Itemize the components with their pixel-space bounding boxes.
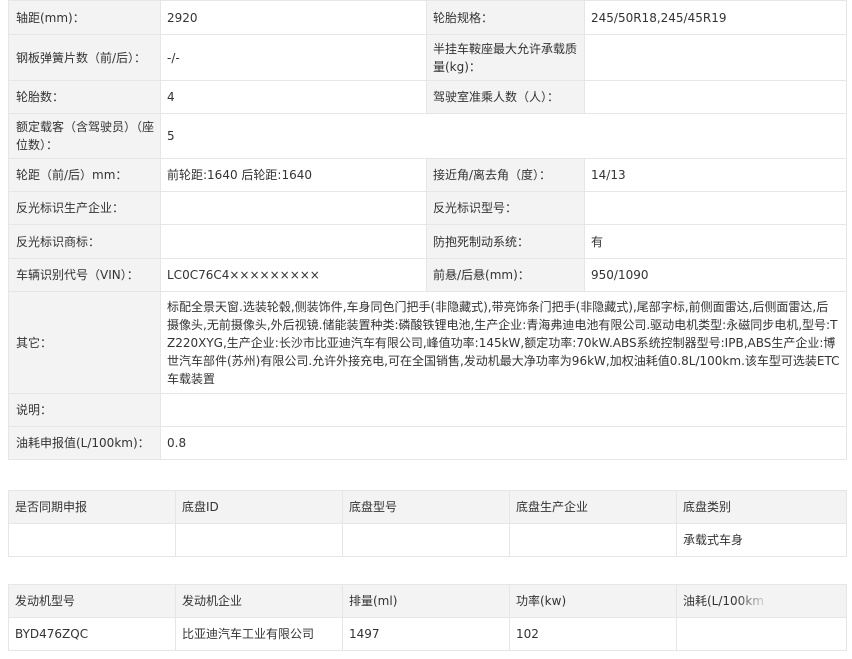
other-label: 其它：: [8, 291, 161, 394]
spec-row-tire-count: 轮胎数： 4 驾驶室准乘人数（人）：: [8, 80, 847, 114]
vin-value: LC0C76C4×××××××××: [160, 258, 427, 292]
engine-header-row: 发动机型号 发动机企业 排量(ml) 功率(kw) 油耗(L/100km: [8, 584, 847, 618]
spec-row-other: 其它： 标配全景天窗.选装轮毂,侧装饰件,车身同色门把手(非隐藏式),带亮饰条门…: [8, 291, 847, 394]
track-width-label: 轮距（前/后）mm：: [8, 158, 161, 192]
chassis-cell: [342, 523, 510, 557]
fuel-consumption-value: 0.8: [160, 426, 847, 460]
chassis-header: 底盘型号: [342, 490, 510, 524]
engine-cell: 102: [509, 617, 677, 651]
chassis-header: 底盘生产企业: [509, 490, 677, 524]
abs-value: 有: [584, 224, 847, 259]
engine-header: 发动机企业: [175, 584, 343, 618]
tire-spec-value: 245/50R18,245/45R19: [584, 0, 847, 35]
engine-table: 发动机型号 发动机企业 排量(ml) 功率(kw) 油耗(L/100km BYD…: [8, 584, 847, 651]
chassis-header: 底盘类别: [676, 490, 847, 524]
other-value: 标配全景天窗.选装轮毂,侧装饰件,车身同色门把手(非隐藏式),带亮饰条门把手(非…: [160, 291, 847, 394]
spec-row-track: 轮距（前/后）mm： 前轮距:1640 后轮距:1640 接近角/离去角（度）：…: [8, 158, 847, 192]
engine-cell: BYD476ZQC: [8, 617, 176, 651]
overhang-label: 前悬/后悬(mm)：: [426, 258, 585, 292]
reflector-brand-value: [160, 224, 427, 259]
engine-cell: 比亚迪汽车工业有限公司: [175, 617, 343, 651]
reflector-model-value: [584, 191, 847, 225]
wheelbase-label: 轴距(mm)：: [8, 0, 161, 35]
cab-capacity-value: [584, 80, 847, 114]
saddle-load-label: 半挂车鞍座最大允许承载质量(kg)：: [426, 34, 585, 81]
approach-angle-label: 接近角/离去角（度）：: [426, 158, 585, 192]
chassis-data-row: 承载式车身: [8, 523, 847, 557]
spec-row-note: 说明：: [8, 393, 847, 427]
engine-header: 排量(ml): [342, 584, 510, 618]
engine-cell: 1497: [342, 617, 510, 651]
leaf-spring-label: 钢板弹簧片数（前/后）：: [8, 34, 161, 81]
spec-row-wheelbase: 轴距(mm)： 2920 轮胎规格： 245/50R18,245/45R19: [8, 0, 847, 35]
chassis-header-row: 是否同期申报 底盘ID 底盘型号 底盘生产企业 底盘类别: [8, 490, 847, 524]
reflector-maker-label: 反光标识生产企业：: [8, 191, 161, 225]
note-value: [160, 393, 847, 427]
chassis-header: 底盘ID: [175, 490, 343, 524]
abs-label: 防抱死制动系统：: [426, 224, 585, 259]
spec-row-vin: 车辆识别代号（VIN）： LC0C76C4××××××××× 前悬/后悬(mm)…: [8, 258, 847, 292]
saddle-load-value: [584, 34, 847, 81]
overhang-value: 950/1090: [584, 258, 847, 292]
header-fade-overlay: [735, 590, 795, 612]
chassis-cell: [175, 523, 343, 557]
engine-cell: [676, 617, 847, 651]
cab-capacity-label: 驾驶室准乘人数（人）：: [426, 80, 585, 114]
rated-seats-label: 额定载客（含驾驶员）（座位数）：: [8, 113, 161, 159]
leaf-spring-value: -/-: [160, 34, 427, 81]
chassis-cell: [8, 523, 176, 557]
wheelbase-value: 2920: [160, 0, 427, 35]
spec-row-seats: 额定载客（含驾驶员）（座位数）： 5: [8, 113, 847, 159]
tire-count-label: 轮胎数：: [8, 80, 161, 114]
tire-count-value: 4: [160, 80, 427, 114]
vin-label: 车辆识别代号（VIN）：: [8, 258, 161, 292]
track-width-value: 前轮距:1640 后轮距:1640: [160, 158, 427, 192]
approach-angle-value: 14/13: [584, 158, 847, 192]
rated-seats-value: 5: [160, 113, 847, 159]
spec-row-reflector-maker: 反光标识生产企业： 反光标识型号：: [8, 191, 847, 225]
spec-row-reflector-brand: 反光标识商标： 防抱死制动系统： 有: [8, 224, 847, 259]
fuel-consumption-label: 油耗申报值(L/100km)：: [8, 426, 161, 460]
engine-data-row: BYD476ZQC 比亚迪汽车工业有限公司 1497 102: [8, 617, 847, 651]
chassis-cell: 承载式车身: [676, 523, 847, 557]
spec-row-fuel: 油耗申报值(L/100km)： 0.8: [8, 426, 847, 460]
tire-spec-label: 轮胎规格：: [426, 0, 585, 35]
chassis-cell: [509, 523, 677, 557]
note-label: 说明：: [8, 393, 161, 427]
engine-header: 功率(kw): [509, 584, 677, 618]
engine-header: 发动机型号: [8, 584, 176, 618]
spec-row-leaf-spring: 钢板弹簧片数（前/后）： -/- 半挂车鞍座最大允许承载质量(kg)：: [8, 34, 847, 81]
chassis-header: 是否同期申报: [8, 490, 176, 524]
reflector-maker-value: [160, 191, 427, 225]
vehicle-spec-table: 轴距(mm)： 2920 轮胎规格： 245/50R18,245/45R19 钢…: [8, 0, 847, 460]
chassis-table: 是否同期申报 底盘ID 底盘型号 底盘生产企业 底盘类别 承载式车身: [8, 490, 847, 557]
reflector-brand-label: 反光标识商标：: [8, 224, 161, 259]
reflector-model-label: 反光标识型号：: [426, 191, 585, 225]
